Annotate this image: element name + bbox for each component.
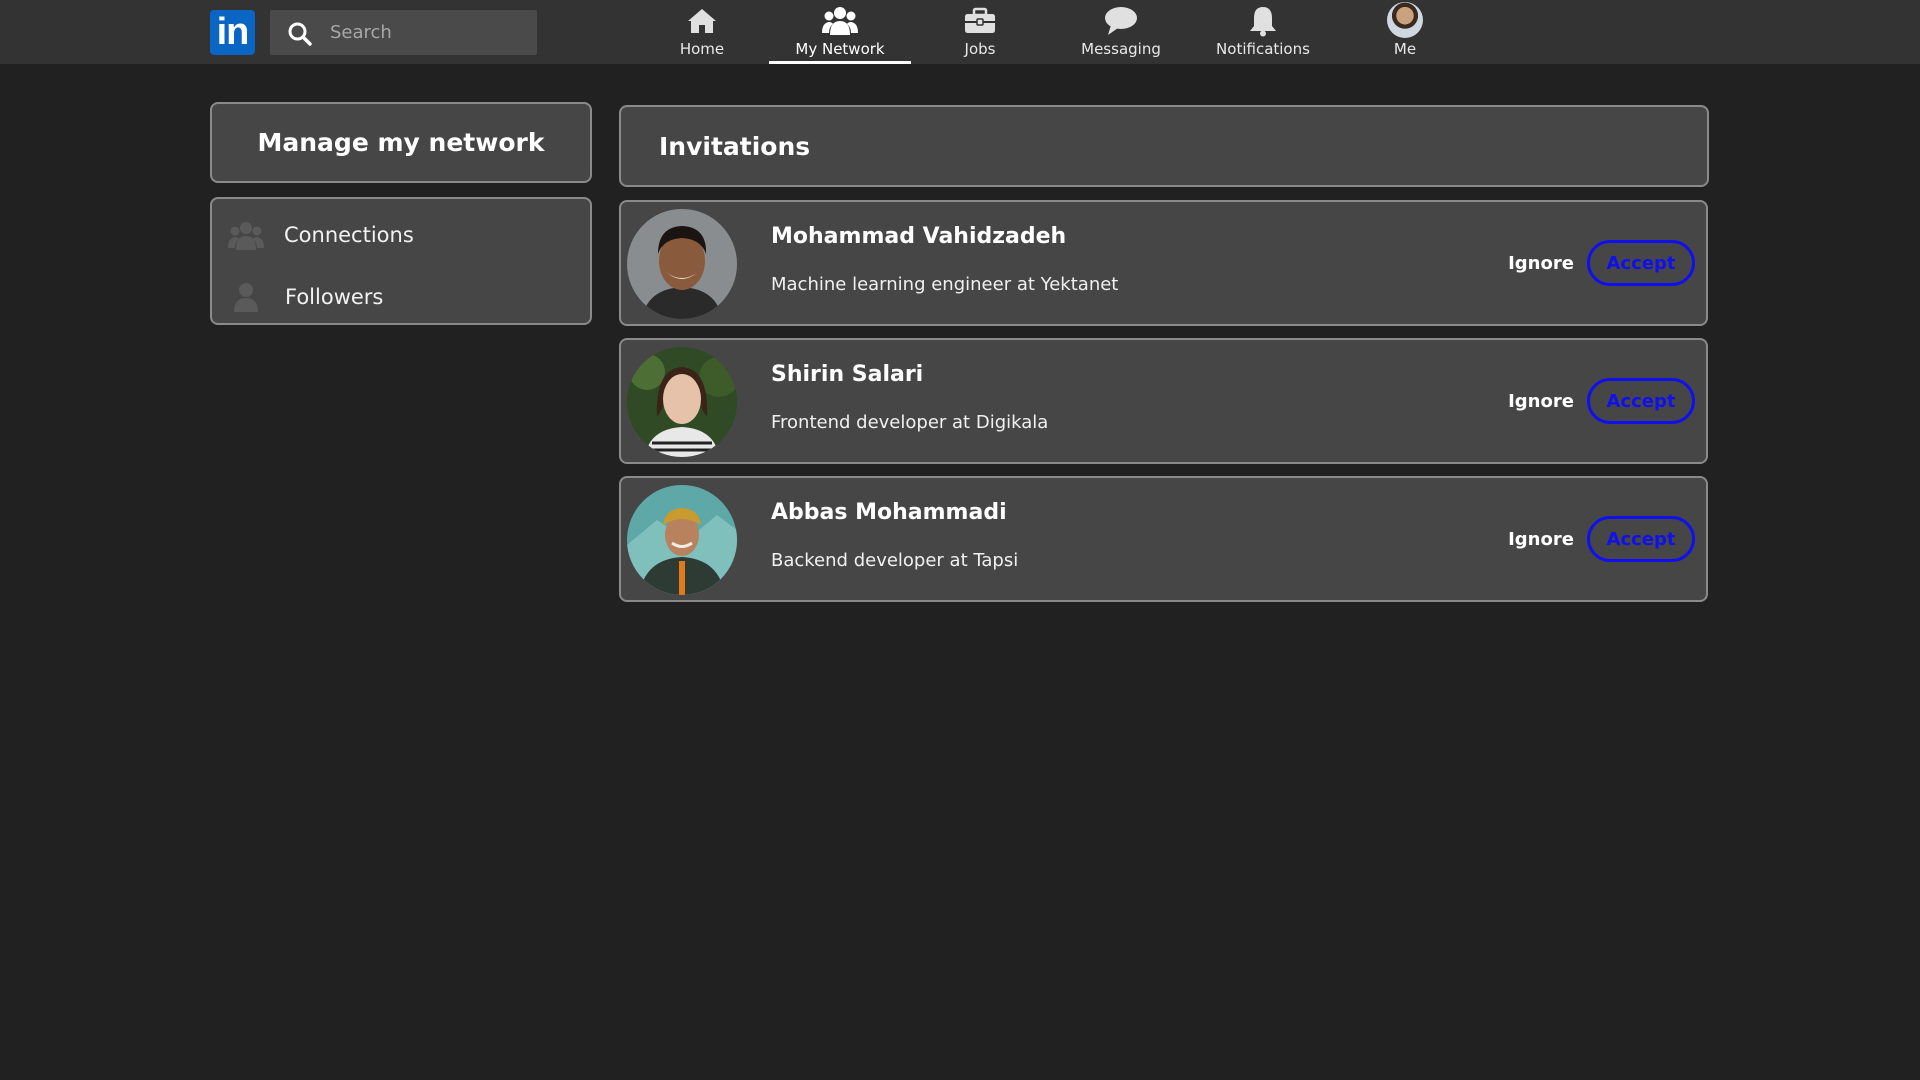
top-navigation-bar: in Home My Network — [0, 0, 1920, 64]
invitation-name[interactable]: Mohammad Vahidzadeh — [771, 224, 1066, 249]
chat-bubble-icon — [1105, 7, 1137, 35]
sidebar-item-label: Connections — [284, 223, 414, 247]
nav-notifications[interactable]: Notifications — [1213, 0, 1313, 64]
people-icon — [228, 219, 264, 251]
avatar[interactable] — [627, 347, 737, 457]
invitation-headline: Frontend developer at Digikala — [771, 412, 1049, 433]
ignore-button[interactable]: Ignore — [1491, 516, 1591, 562]
briefcase-icon — [965, 7, 995, 33]
accept-button[interactable]: Accept — [1587, 378, 1695, 424]
search-input[interactable] — [330, 10, 530, 55]
accept-button[interactable]: Accept — [1587, 240, 1695, 286]
invitation-card: Abbas Mohammadi Backend developer at Tap… — [619, 476, 1708, 602]
invitations-header: Invitations — [619, 105, 1709, 187]
nav-messaging[interactable]: Messaging — [1071, 0, 1171, 64]
linkedin-logo[interactable]: in — [210, 10, 255, 55]
ignore-button[interactable]: Ignore — [1491, 378, 1591, 424]
manage-network-card: Manage my network — [210, 102, 592, 183]
invitation-name[interactable]: Abbas Mohammadi — [771, 500, 1007, 525]
accept-button[interactable]: Accept — [1587, 516, 1695, 562]
bell-icon — [1250, 7, 1276, 37]
avatar[interactable] — [627, 209, 737, 319]
nav-jobs-label: Jobs — [964, 40, 996, 58]
invitation-headline: Backend developer at Tapsi — [771, 550, 1019, 571]
sidebar-item-followers[interactable]: Followers — [212, 271, 590, 323]
person-icon — [228, 281, 264, 313]
manage-network-title: Manage my network — [257, 128, 545, 157]
sidebar-menu: Connections Followers — [210, 197, 592, 325]
avatar[interactable] — [1387, 2, 1423, 38]
nav-home[interactable]: Home — [652, 0, 752, 64]
invitation-card: Mohammad Vahidzadeh Machine learning eng… — [619, 200, 1708, 326]
invitations-title: Invitations — [659, 131, 811, 161]
avatar[interactable] — [627, 485, 737, 595]
nav-messaging-label: Messaging — [1081, 40, 1161, 58]
invitation-headline: Machine learning engineer at Yektanet — [771, 274, 1119, 295]
nav-jobs[interactable]: Jobs — [930, 0, 1030, 64]
sidebar-item-label: Followers — [285, 285, 384, 309]
invitation-name[interactable]: Shirin Salari — [771, 362, 923, 387]
search-icon — [288, 22, 312, 46]
invitation-card: Shirin Salari Frontend developer at Digi… — [619, 338, 1708, 464]
home-icon — [688, 9, 716, 33]
search-box[interactable] — [270, 10, 537, 55]
sidebar-item-connections[interactable]: Connections — [212, 209, 590, 261]
ignore-button[interactable]: Ignore — [1491, 240, 1591, 286]
nav-notifications-label: Notifications — [1216, 40, 1310, 58]
nav-me[interactable]: Me — [1355, 0, 1455, 64]
network-icon — [822, 7, 858, 35]
nav-my-network[interactable]: My Network — [769, 0, 911, 64]
nav-me-label: Me — [1393, 40, 1417, 58]
nav-home-label: Home — [679, 40, 725, 58]
nav-my-network-label: My Network — [795, 40, 885, 58]
